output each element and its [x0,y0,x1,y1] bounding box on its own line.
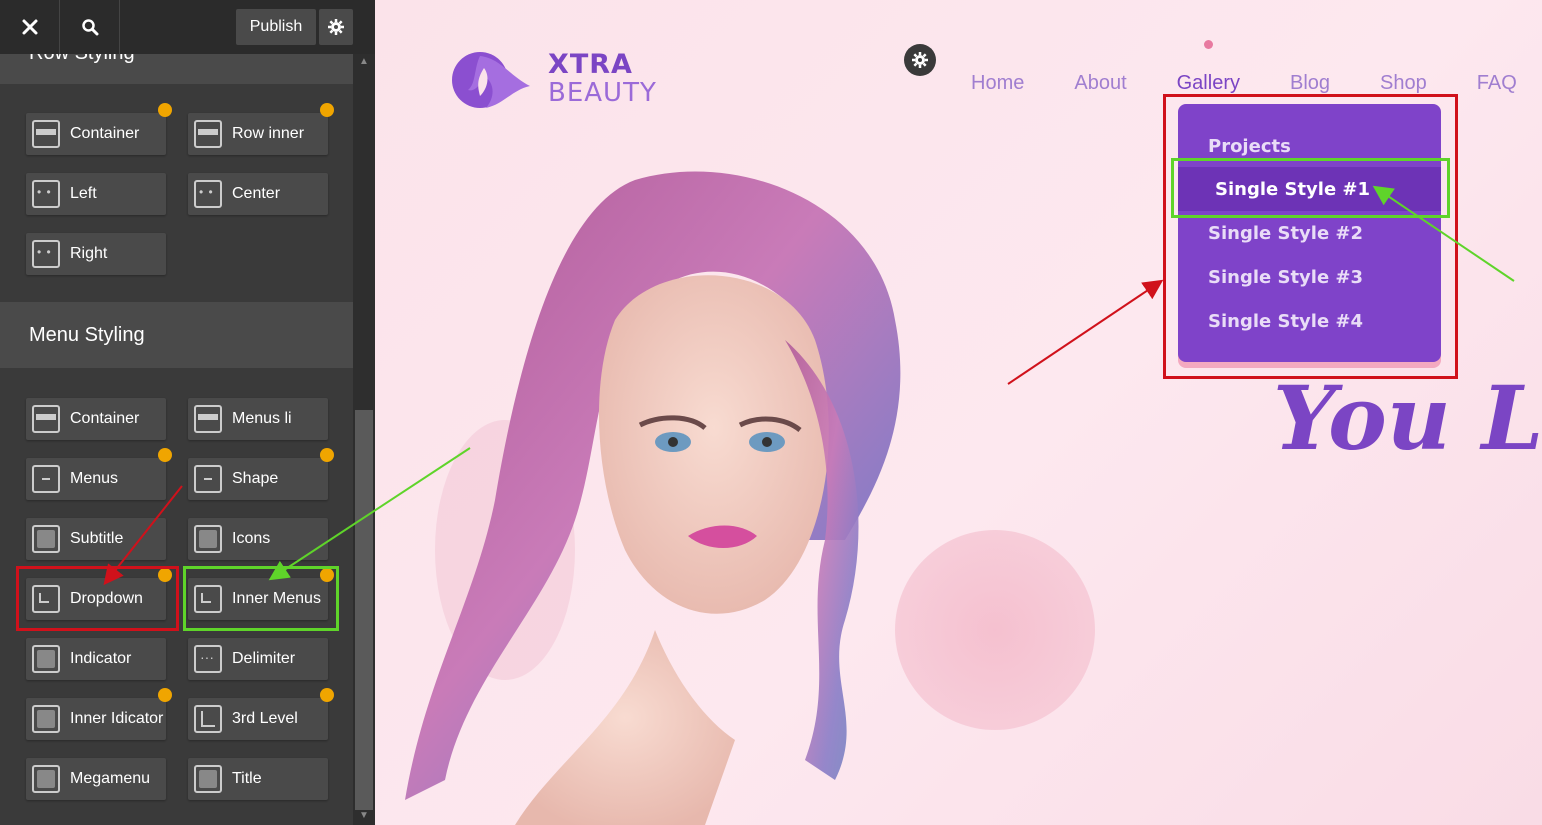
section-menu-styling[interactable]: Menu Styling [0,302,353,368]
indicator-icon [32,645,60,673]
tile-row-center[interactable]: Center [188,173,328,215]
modified-indicator [320,688,334,702]
logo-line2: BEAUTY [548,78,657,108]
tile-label: Icons [232,530,271,547]
tile-label: Delimiter [232,650,296,667]
hero-headline: You Lo [1273,366,1542,470]
tile-label: 3rd Level [232,710,298,727]
nav-blog[interactable]: Blog [1290,72,1330,95]
tile-label: Row inner [232,125,305,142]
active-nav-indicator [1204,40,1213,49]
tile-label: Subtitle [70,530,124,547]
gear-icon [328,19,344,35]
tile-row-inner[interactable]: Row inner [188,113,328,155]
tile-title[interactable]: Title [188,758,328,800]
modified-indicator [158,103,172,117]
logo-mark-icon [452,52,530,108]
align-right-icon [32,240,60,268]
logo-text: XTRA BEAUTY [548,50,657,108]
tile-label: Menus [70,470,119,487]
shape-icon [194,465,222,493]
third-level-icon [194,705,222,733]
tile-label: Container [70,125,140,142]
tile-row-right[interactable]: Right [26,233,166,275]
align-left-icon [32,180,60,208]
tile-label: Shape [232,470,279,487]
modified-indicator [320,448,334,462]
nav-faq[interactable]: FAQ [1477,72,1517,95]
logo-line1: XTRA [548,49,633,80]
model-photo [405,171,901,825]
tile-megamenu[interactable]: Megamenu [26,758,166,800]
tile-menu-container[interactable]: Container [26,398,166,440]
delimiter-icon [194,645,222,673]
align-center-icon [194,180,222,208]
tile-menus-li[interactable]: Menus li [188,398,328,440]
search-icon [81,19,98,36]
tile-icons[interactable]: Icons [188,518,328,560]
scroll-down-icon[interactable]: ▼ [358,810,370,822]
site-preview: XTRA BEAUTY Home About Gallery Blog Shop… [375,0,1542,825]
menus-li-icon [194,405,222,433]
highlight-active-item [1171,158,1450,218]
tile-label: Megamenu [70,770,151,787]
modified-indicator [158,688,172,702]
tile-label: Menus li [232,410,292,427]
tile-menus[interactable]: Menus [26,458,166,500]
container-icon [32,120,60,148]
tile-label: Indicator [70,650,132,667]
nav-gallery[interactable]: Gallery [1177,72,1240,95]
tile-row-container[interactable]: Container [26,113,166,155]
tile-inner-indicator[interactable]: Inner Idicator [26,698,166,740]
scroll-up-icon[interactable]: ▲ [358,56,370,68]
tile-indicator[interactable]: Indicator [26,638,166,680]
menus-icon [32,465,60,493]
tile-delimiter[interactable]: Delimiter [188,638,328,680]
tile-label: Inner Idicator [70,710,164,727]
row-inner-icon [194,120,222,148]
nav-about[interactable]: About [1074,72,1126,95]
tile-label: Center [232,185,281,202]
tile-shape[interactable]: Shape [188,458,328,500]
tile-label: Container [70,410,140,427]
tile-third-level[interactable]: 3rd Level [188,698,328,740]
inner-indicator-icon [32,705,60,733]
section-title: Menu Styling [29,323,145,346]
tile-subtitle[interactable]: Subtitle [26,518,166,560]
editor-toolbar: Publish [0,0,375,54]
main-navigation: Home About Gallery Blog Shop FAQ [971,72,1517,95]
close-icon [22,19,37,35]
gear-icon [912,52,928,68]
editor-panel: Row Styling Publish Container Row inner … [0,0,375,825]
search-button[interactable] [60,0,120,54]
container-icon [32,405,60,433]
subtitle-icon [32,525,60,553]
title-icon [194,765,222,793]
settings-button[interactable] [319,9,353,45]
highlight-dropdown-tile [16,566,179,631]
megamenu-icon [32,765,60,793]
tile-label: Left [70,185,97,202]
close-button[interactable] [0,0,60,54]
nav-home[interactable]: Home [971,72,1024,95]
tile-row-left[interactable]: Left [26,173,166,215]
element-settings-button[interactable] [904,44,936,76]
publish-button[interactable]: Publish [236,9,316,45]
site-logo[interactable]: XTRA BEAUTY [450,46,657,112]
tile-label: Right [70,245,108,262]
modified-indicator [320,103,334,117]
modified-indicator [158,448,172,462]
scrollbar-thumb[interactable] [355,410,373,810]
icons-icon [194,525,222,553]
highlight-inner-menus-tile [183,566,339,631]
nav-shop[interactable]: Shop [1380,72,1427,95]
tile-label: Title [232,770,262,787]
highlight-dropdown-area [1163,94,1458,379]
